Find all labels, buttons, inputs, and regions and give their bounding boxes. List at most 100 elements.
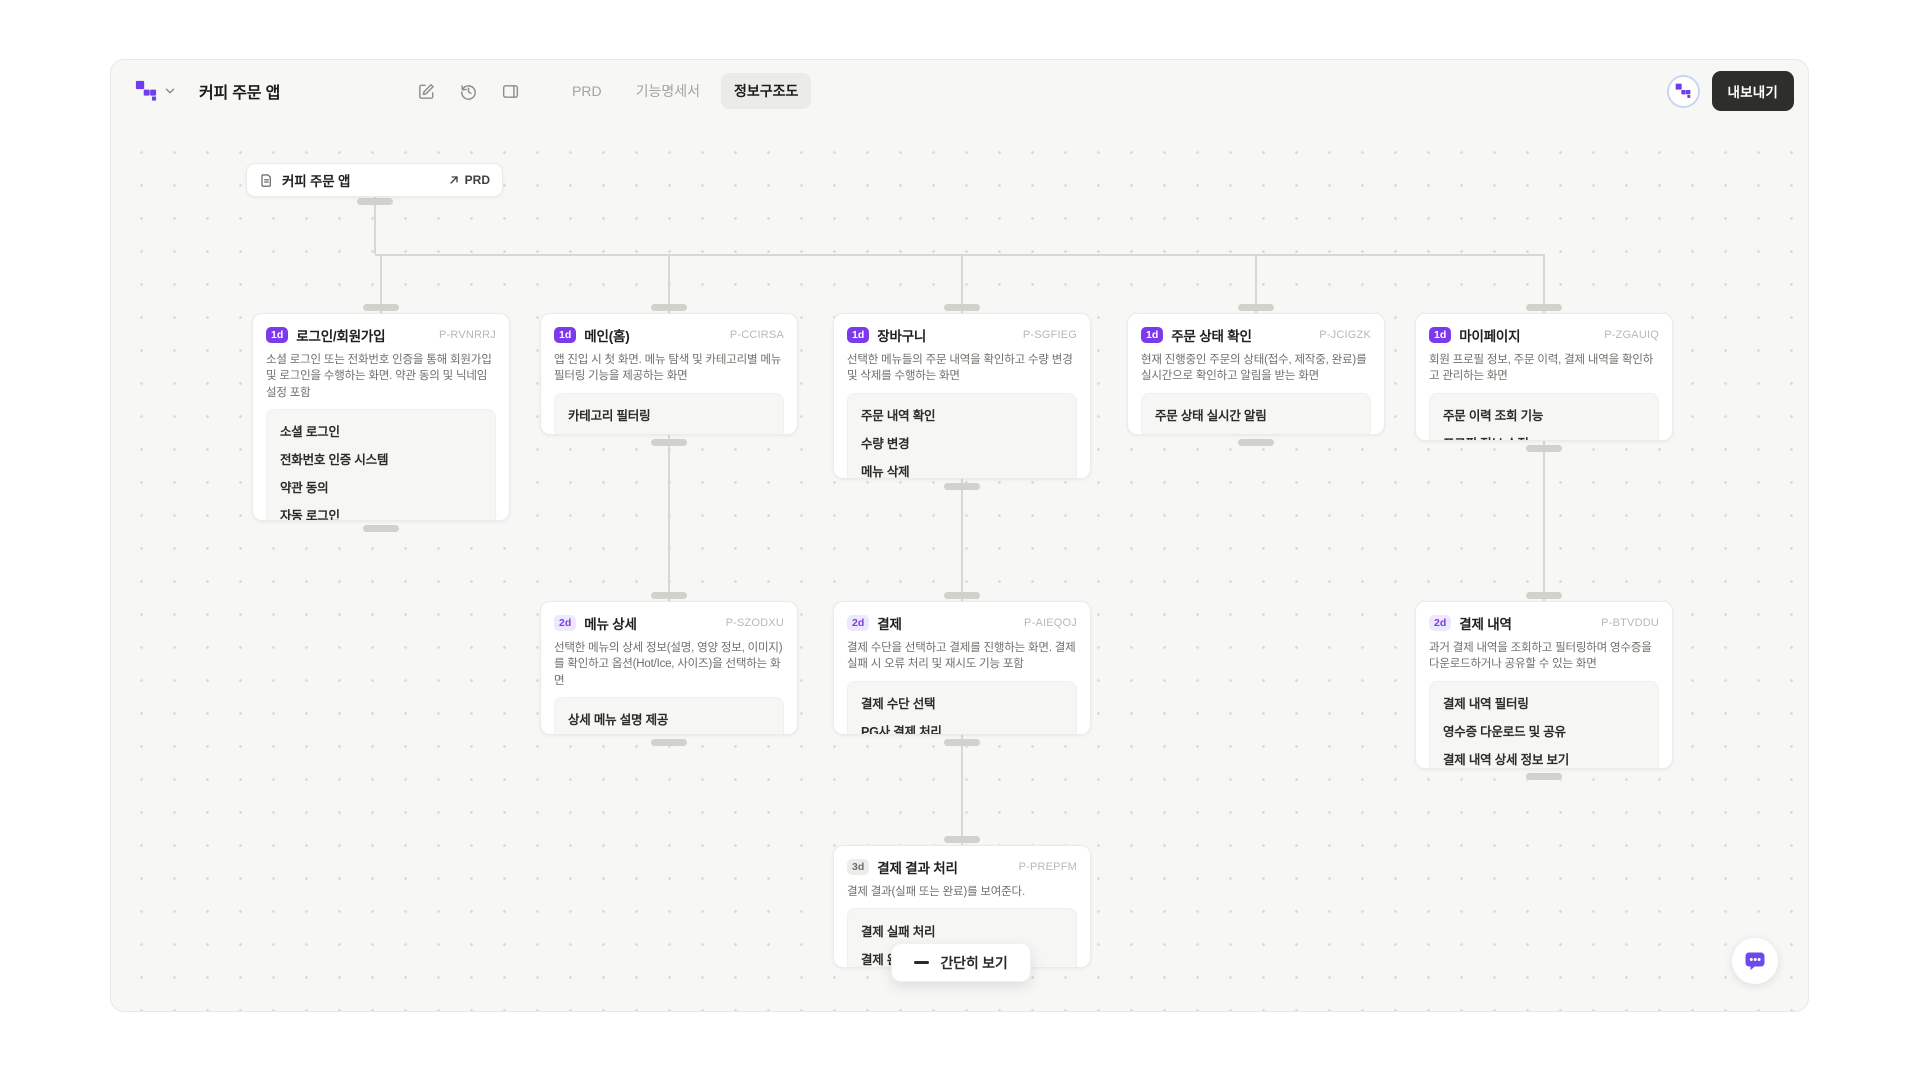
card-code: P-ZGAUIQ bbox=[1604, 329, 1659, 341]
avatar[interactable] bbox=[1667, 75, 1700, 108]
feature-list: 결제 수단 선택PG사 결제 처리 bbox=[847, 681, 1077, 735]
connection-handle[interactable] bbox=[363, 304, 399, 311]
card-title: 마이페이지 bbox=[1459, 325, 1520, 345]
feature-item: 결제 실패 처리 bbox=[848, 916, 1076, 944]
screen-card[interactable]: 2d 결제 P-AIEQOJ 결제 수단을 선택하고 결제를 진행하는 화면. 결제 … bbox=[833, 601, 1091, 735]
simple-view-button[interactable]: 간단히 보기 bbox=[891, 943, 1031, 982]
feature-item: 결제 내역 필터링 bbox=[1430, 689, 1658, 717]
card-code: P-CCIRSA bbox=[730, 329, 784, 341]
card-description: 과거 결제 내역을 조회하고 필터링하며 영수증을 다운로드하거나 공유할 수 … bbox=[1429, 640, 1659, 673]
connection-handle[interactable] bbox=[944, 739, 980, 746]
card-description: 결제 수단을 선택하고 결제를 진행하는 화면. 결제 실패 시 오류 처리 및… bbox=[847, 640, 1077, 673]
connection-handle[interactable] bbox=[1526, 773, 1562, 780]
screen-card[interactable]: 2d결제 내역P-BTVDDU 과거 결제 내역을 조회하고 필터링하며 영수증을… bbox=[1415, 601, 1673, 769]
card-title: 로그인/회원가입 bbox=[296, 325, 385, 345]
connection-handle[interactable] bbox=[1526, 445, 1562, 452]
diagram-canvas[interactable]: 커피 주문 앱 PRD 기능명세서 정보구조도 내보내기 1d 로그인/회원가입 P… bbox=[110, 59, 1809, 1012]
panel-layout-icon[interactable] bbox=[495, 76, 525, 106]
card-title: 주문 상태 확인 bbox=[1171, 325, 1251, 345]
depth-badge: 1d bbox=[1429, 327, 1451, 344]
connection-handle[interactable] bbox=[944, 592, 980, 599]
chat-button[interactable] bbox=[1732, 938, 1778, 984]
card-code: P-BTVDDU bbox=[1601, 617, 1659, 629]
depth-badge: 2d bbox=[554, 615, 576, 632]
tab-functional-spec[interactable]: 기능명세서 bbox=[623, 73, 713, 109]
card-description: 결제 결과(실패 또는 완료)를 보여준다. bbox=[847, 884, 1077, 900]
feature-list: 카테고리 필터링 bbox=[554, 393, 784, 435]
root-node[interactable]: 커피 주문 앱 PRD bbox=[246, 163, 503, 197]
prd-link[interactable]: PRD bbox=[448, 173, 490, 187]
card-header: 1d 마이페이지 P-ZGAUIQ bbox=[1429, 325, 1659, 345]
card-description: 앱 진입 시 첫 화면. 메뉴 탐색 및 카테고리별 메뉴 필터링 기능을 제공… bbox=[554, 352, 784, 385]
export-button[interactable]: 내보내기 bbox=[1712, 71, 1794, 111]
depth-badge: 1d bbox=[847, 327, 869, 344]
project-title: 커피 주문 앱 bbox=[199, 60, 280, 122]
feature-item: 영수증 다운로드 및 공유 bbox=[1430, 717, 1658, 745]
feature-item: 옵션 선택 bbox=[555, 733, 783, 735]
feature-list: 주문 이력 조회 기능프로필 정보 수정 bbox=[1429, 393, 1659, 441]
connection-handle[interactable] bbox=[357, 198, 393, 205]
history-icon[interactable] bbox=[453, 76, 483, 106]
depth-badge: 2d bbox=[847, 615, 869, 632]
feature-item: 수량 변경 bbox=[848, 429, 1076, 457]
card-header: 1d 장바구니 P-SGFIEG bbox=[847, 325, 1077, 345]
feature-list: 결제 내역 필터링영수증 다운로드 및 공유결제 내역 상세 정보 보기 bbox=[1429, 681, 1659, 769]
connection-handle[interactable] bbox=[944, 304, 980, 311]
tab-prd[interactable]: PRD bbox=[559, 75, 615, 107]
screen-card[interactable]: 1d장바구니P-SGFIEG선택한 메뉴들의 주문 내역을 확인하고 수량 변경… bbox=[833, 313, 1091, 479]
connection-handle[interactable] bbox=[1238, 439, 1274, 446]
card-code: P-JCIGZK bbox=[1319, 329, 1371, 341]
card-code: P-SGFIEG bbox=[1023, 329, 1077, 341]
depth-badge: 1d bbox=[266, 327, 288, 344]
edit-icon[interactable] bbox=[411, 76, 441, 106]
screen-card[interactable]: 1d메인(홈)P-CCIRSA 앱 진입 시 첫 화면. 메뉴 탐색 및 카테고리… bbox=[540, 313, 798, 435]
depth-badge: 3d bbox=[847, 859, 869, 876]
arrow-up-right-icon bbox=[448, 174, 460, 186]
connection-handle[interactable] bbox=[651, 739, 687, 746]
card-title: 결제 bbox=[877, 613, 901, 633]
feature-item: 프로필 정보 수정 bbox=[1430, 429, 1658, 441]
app-logo-icon bbox=[135, 80, 157, 102]
card-title: 장바구니 bbox=[877, 325, 926, 345]
connection-handle[interactable] bbox=[651, 304, 687, 311]
screen-card[interactable]: 1d로그인/회원가입P-RVNRRJ소셜 로그인 또는 전화번호 인증을 통해 … bbox=[252, 313, 510, 521]
chevron-down-icon[interactable] bbox=[163, 84, 177, 98]
feature-list: 소셜 로그인전화번호 인증 시스템약관 동의자동 로그인닉네임 설정 bbox=[266, 409, 496, 521]
feature-item: 전화번호 인증 시스템 bbox=[267, 445, 495, 473]
card-description: 소셜 로그인 또는 전화번호 인증을 통해 회원가입 및 로그인을 수행하는 화… bbox=[266, 352, 496, 401]
feature-list: 주문 내역 확인수량 변경메뉴 삭제 bbox=[847, 393, 1077, 479]
feature-item: 결제 내역 상세 정보 보기 bbox=[1430, 745, 1658, 769]
card-header: 2d결제 내역P-BTVDDU bbox=[1429, 613, 1659, 633]
card-header: 1d메인(홈)P-CCIRSA bbox=[554, 325, 784, 345]
feature-item: 소셜 로그인 bbox=[267, 417, 495, 445]
feature-item: 자동 로그인 bbox=[267, 501, 495, 521]
feature-item: PG사 결제 처리 bbox=[848, 717, 1076, 735]
connection-handle[interactable] bbox=[1526, 304, 1562, 311]
document-icon bbox=[259, 173, 274, 188]
card-header: 1d주문 상태 확인P-JCIGZK bbox=[1141, 325, 1371, 345]
app-header: 커피 주문 앱 PRD 기능명세서 정보구조도 내보내기 bbox=[111, 60, 1808, 122]
card-title: 결제 결과 처리 bbox=[877, 857, 957, 877]
card-code: P-SZODXU bbox=[726, 617, 784, 629]
connection-handle[interactable] bbox=[1238, 304, 1274, 311]
feature-item: 상세 메뉴 설명 제공 bbox=[555, 705, 783, 733]
connection-handle[interactable] bbox=[651, 592, 687, 599]
connection-handle[interactable] bbox=[944, 836, 980, 843]
screen-card[interactable]: 1d마이페이지P-ZGAUIQ회원 프로필 정보, 주문 이력, 결제 내역을 … bbox=[1415, 313, 1673, 441]
connection-handle[interactable] bbox=[1526, 592, 1562, 599]
feature-item: 주문 상태 실시간 알림 bbox=[1142, 401, 1370, 429]
card-header: 2d 결제 P-AIEQOJ bbox=[847, 613, 1077, 633]
screen-card[interactable]: 1d주문 상태 확인P-JCIGZK현재 진행중인 주문의 상태(접수, 제작중… bbox=[1127, 313, 1385, 435]
feature-list: 상세 메뉴 설명 제공옵션 선택 bbox=[554, 697, 784, 735]
screen-card[interactable]: 2d메뉴 상세P-SZODXU선택한 메뉴의 상세 정보(설명, 영양 정보, … bbox=[540, 601, 798, 735]
connection-handle[interactable] bbox=[363, 525, 399, 532]
connection-handle[interactable] bbox=[944, 483, 980, 490]
card-code: P-PREPFM bbox=[1019, 861, 1077, 873]
tab-information-architecture[interactable]: 정보구조도 bbox=[721, 73, 811, 109]
feature-item: 카테고리 필터링 bbox=[555, 401, 783, 429]
connection-handle[interactable] bbox=[651, 439, 687, 446]
card-code: P-AIEQOJ bbox=[1024, 617, 1077, 629]
card-header: 1d로그인/회원가입P-RVNRRJ bbox=[266, 325, 496, 345]
card-title: 메뉴 상세 bbox=[584, 613, 636, 633]
depth-badge: 2d bbox=[1429, 615, 1451, 632]
